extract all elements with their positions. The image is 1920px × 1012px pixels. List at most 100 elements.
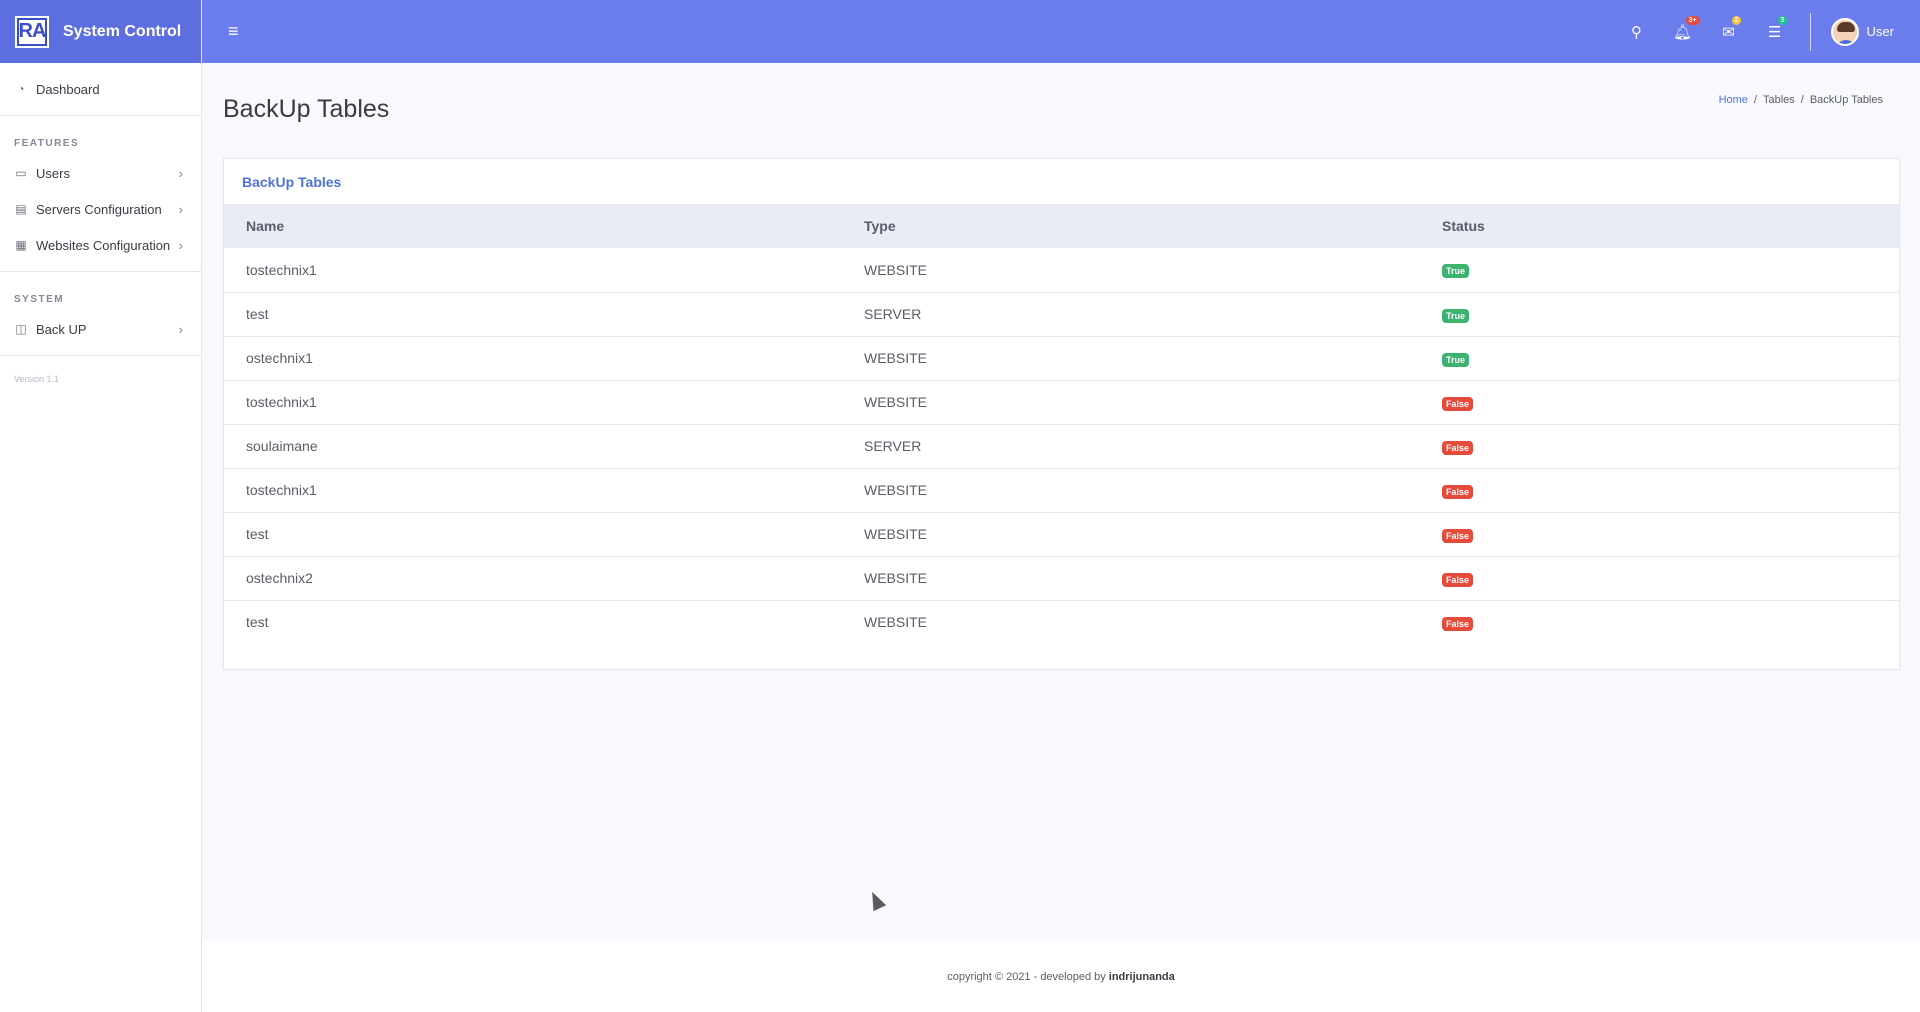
dashboard-icon: ◔	[17, 82, 25, 96]
status-badge: False	[1442, 484, 1474, 499]
cell-type: WEBSITE	[864, 380, 1442, 425]
table-icon: ▦	[15, 238, 27, 252]
user-label: User	[1866, 24, 1894, 39]
status-badge: True	[1442, 264, 1470, 279]
cell-type: WEBSITE	[864, 336, 1442, 381]
breadcrumb-current: BackUp Tables	[1809, 94, 1883, 106]
cell-status: False	[1442, 468, 1899, 513]
table-row[interactable]: soulaimane SERVER False	[224, 424, 1899, 469]
table-row[interactable]: test WEBSITE False	[224, 600, 1899, 644]
version-label: Version 1.1	[14, 374, 60, 384]
breadcrumb-separator: /	[1800, 94, 1804, 106]
sidebar-item-label: Websites Configuration	[36, 237, 171, 253]
cell-type: WEBSITE	[864, 556, 1442, 601]
cell-name: tostechnix1	[224, 380, 864, 425]
topbar: ≡ ⚲ 🔔︎ 3+ ✉ 2 ☰ 3 User	[202, 0, 1920, 63]
cell-status: False	[1442, 424, 1899, 469]
cell-name: test	[224, 512, 864, 557]
cell-name: tostechnix1	[224, 248, 864, 293]
table-row[interactable]: ostechnix2 WEBSITE False	[224, 556, 1899, 601]
cell-type: SERVER	[864, 292, 1442, 337]
brand-logo: RA	[15, 15, 49, 48]
sidebar-divider	[0, 355, 201, 356]
breadcrumb-separator: /	[1753, 94, 1757, 106]
page-title: BackUp Tables	[223, 95, 390, 123]
cell-status: False	[1442, 512, 1899, 557]
table-row[interactable]: tostechnix1 WEBSITE True	[224, 248, 1899, 293]
main-content: BackUp Tables Home / Tables / BackUp Tab…	[202, 63, 1920, 941]
cell-type: WEBSITE	[864, 512, 1442, 557]
cell-name: soulaimane	[224, 424, 864, 469]
breadcrumb-tables[interactable]: Tables	[1763, 94, 1795, 106]
breadcrumb-home[interactable]: Home	[1719, 94, 1748, 106]
cell-name: test	[224, 292, 864, 337]
tasks-list-icon[interactable]: ☰ 3	[1752, 15, 1798, 41]
tasks-badge: 3	[1777, 15, 1788, 25]
card-title: BackUp Tables	[242, 173, 342, 190]
avatar	[1830, 17, 1859, 46]
brand-title: System Control	[63, 22, 182, 40]
envelope-icon[interactable]: ✉ 2	[1706, 15, 1752, 41]
cell-name: ostechnix2	[224, 556, 864, 601]
messages-badge: 2	[1731, 15, 1742, 25]
sidebar-item-servers-configuration[interactable]: ▤ Servers Configuration ›	[0, 191, 201, 227]
status-badge: False	[1442, 528, 1474, 543]
sidebar-heading-system: SYSTEM	[14, 294, 65, 305]
page-header: BackUp Tables Home / Tables / BackUp Tab…	[202, 63, 1920, 158]
sidebar-item-label: Servers Configuration	[36, 201, 162, 217]
column-header-status[interactable]: Status	[1442, 204, 1899, 248]
table-row[interactable]: tostechnix1 WEBSITE False	[224, 380, 1899, 425]
chevron-right-icon: ›	[178, 201, 183, 217]
table-row[interactable]: ostechnix1 WEBSITE True	[224, 336, 1899, 381]
sidebar-heading-features: FEATURES	[14, 138, 80, 149]
cell-status: False	[1442, 380, 1899, 425]
sidebar-item-users[interactable]: ▭ Users ›	[0, 155, 201, 191]
bell-icon[interactable]: 🔔︎ 3+	[1660, 15, 1706, 41]
status-badge: True	[1442, 352, 1470, 367]
server-icon: ▤	[15, 202, 27, 216]
cell-status: True	[1442, 292, 1899, 337]
alerts-badge: 3+	[1685, 15, 1700, 25]
status-badge: False	[1442, 616, 1474, 631]
breadcrumb: Home / Tables / BackUp Tables	[1719, 94, 1883, 106]
table-header-row: Name Type Status	[224, 204, 1899, 248]
cell-name: tostechnix1	[224, 468, 864, 513]
cell-status: False	[1442, 556, 1899, 601]
chevron-right-icon: ›	[178, 165, 183, 181]
backup-table: Name Type Status tostechnix1 WEBSITE Tru…	[224, 204, 1899, 644]
cell-status: True	[1442, 336, 1899, 381]
sidebar: RA System Control ◔ Dashboard FEATURES ▭…	[0, 0, 202, 1012]
status-badge: False	[1442, 396, 1474, 411]
table-row[interactable]: test WEBSITE False	[224, 512, 1899, 557]
table-row[interactable]: tostechnix1 WEBSITE False	[224, 468, 1899, 513]
sidebar-item-dashboard[interactable]: ◔ Dashboard	[0, 71, 201, 107]
backup-tables-card: BackUp Tables Name Type Status tostechni…	[223, 158, 1900, 670]
column-header-name[interactable]: Name	[224, 204, 864, 248]
hamburger-menu-icon[interactable]: ≡	[228, 21, 239, 42]
status-badge: True	[1442, 308, 1470, 323]
sidebar-item-label: Back UP	[36, 321, 87, 337]
window-icon: ▭	[15, 166, 27, 180]
columns-icon: ◫	[15, 322, 27, 336]
cell-status: False	[1442, 600, 1899, 644]
column-header-type[interactable]: Type	[864, 204, 1442, 248]
cell-name: test	[246, 614, 269, 631]
cell-type: WEBSITE	[864, 248, 1442, 293]
chevron-right-icon: ›	[178, 237, 183, 253]
table-row[interactable]: test SERVER True	[224, 292, 1899, 337]
footer: copyright © 2021 - developed by indrijun…	[202, 941, 1920, 1012]
sidebar-item-websites-configuration[interactable]: ▦ Websites Configuration ›	[0, 227, 201, 263]
topbar-divider	[1809, 12, 1811, 51]
user-menu[interactable]: User	[1830, 17, 1894, 46]
footer-author: indrijunanda	[1108, 970, 1175, 983]
brand[interactable]: RA System Control	[0, 0, 201, 63]
sidebar-divider	[0, 115, 201, 116]
cell-type: SERVER	[864, 424, 1442, 469]
cell-status: True	[1442, 248, 1899, 293]
footer-copyright: copyright © 2021 - developed by	[947, 970, 1106, 983]
sidebar-divider	[0, 271, 201, 272]
search-icon[interactable]: ⚲	[1614, 23, 1660, 41]
sidebar-item-backup[interactable]: ◫ Back UP ›	[0, 311, 201, 347]
sidebar-item-label: Dashboard	[36, 81, 100, 97]
status-badge: False	[1442, 572, 1474, 587]
